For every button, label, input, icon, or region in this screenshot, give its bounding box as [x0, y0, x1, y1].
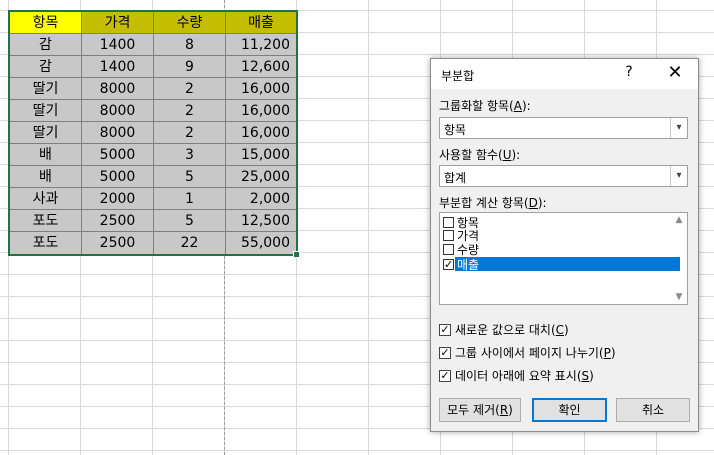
- function-dropdown[interactable]: 합계 ▾: [439, 165, 688, 187]
- list-item-label: 매출: [457, 258, 480, 272]
- table-row: 딸기 8000 2 16,000: [10, 100, 296, 122]
- table-cell[interactable]: 8000: [82, 100, 154, 122]
- table-cell[interactable]: 5000: [82, 144, 154, 166]
- table-cell[interactable]: 16,000: [226, 100, 296, 122]
- table-cell[interactable]: 배: [10, 166, 82, 188]
- table-row: 배 5000 3 15,000: [10, 144, 296, 166]
- table-cell[interactable]: 16,000: [226, 122, 296, 144]
- table-cell[interactable]: 2: [154, 78, 226, 100]
- ok-button[interactable]: 확인: [532, 398, 607, 422]
- table-cell[interactable]: 12,600: [226, 56, 296, 78]
- table-cell[interactable]: 25,000: [226, 166, 296, 188]
- checkbox-checked[interactable]: ✓: [439, 345, 451, 359]
- table-cell[interactable]: 3: [154, 144, 226, 166]
- chevron-down-icon[interactable]: ▾: [670, 118, 687, 138]
- table-cell[interactable]: 2000: [82, 188, 154, 210]
- calc-items-label: 부분합 계산 항목(D):: [439, 196, 547, 210]
- table-row: 딸기 8000 2 16,000: [10, 78, 296, 100]
- header-cell-quantity[interactable]: 수량: [154, 12, 226, 34]
- table-cell[interactable]: 감: [10, 56, 82, 78]
- table-cell[interactable]: 8000: [82, 122, 154, 144]
- option-label: 데이터 아래에 요약 표시(S): [455, 369, 594, 383]
- table-row: 감 1400 8 11,200: [10, 34, 296, 56]
- subtotal-dialog: 부분합 ? ✕ 그룹화할 항목(A): 항목 ▾ 사용할 함수(U): 합계 ▾…: [430, 58, 699, 432]
- header-cell-price[interactable]: 가격: [82, 12, 154, 34]
- table-row: 배 5000 5 25,000: [10, 166, 296, 188]
- table-cell[interactable]: 사과: [10, 188, 82, 210]
- option-label: 새로운 값으로 대치(C): [455, 323, 569, 337]
- table-row: 포도 2500 5 12,500: [10, 210, 296, 232]
- table-row: 포도 2500 22 55,000: [10, 232, 296, 254]
- table-cell[interactable]: 5: [154, 166, 226, 188]
- data-table: 항목 가격 수량 매출 감 1400 8 11,200 감 1400 9 12,…: [8, 10, 298, 256]
- header-cell-sales[interactable]: 매출: [226, 12, 296, 34]
- remove-all-button[interactable]: 모두 제거(R): [439, 398, 521, 422]
- check-icon: ✓: [440, 345, 450, 359]
- option-page-break[interactable]: ✓ 그룹 사이에서 페이지 나누기(P): [439, 344, 616, 361]
- scroll-up-icon[interactable]: ▲: [671, 215, 687, 225]
- dialog-titlebar[interactable]: 부분합 ? ✕: [431, 59, 698, 89]
- checkbox-checked[interactable]: ✓: [443, 259, 454, 270]
- close-icon[interactable]: ✕: [664, 62, 686, 83]
- function-value: 합계: [444, 171, 467, 185]
- check-icon: ✓: [440, 322, 450, 336]
- option-label: 그룹 사이에서 페이지 나누기(P): [455, 346, 616, 360]
- table-cell[interactable]: 8: [154, 34, 226, 56]
- function-label: 사용할 함수(U):: [439, 148, 521, 162]
- header-cell-item[interactable]: 항목: [10, 12, 82, 34]
- selection-fill-handle[interactable]: [293, 251, 300, 258]
- table-cell[interactable]: 1: [154, 188, 226, 210]
- checkbox-checked[interactable]: ✓: [439, 322, 451, 336]
- table-cell[interactable]: 딸기: [10, 100, 82, 122]
- table-cell[interactable]: 2: [154, 100, 226, 122]
- table-cell[interactable]: 딸기: [10, 122, 82, 144]
- table-row: 사과 2000 1 2,000: [10, 188, 296, 210]
- help-button[interactable]: ?: [621, 64, 637, 80]
- table-cell[interactable]: 2,000: [226, 188, 296, 210]
- table-cell[interactable]: 감: [10, 34, 82, 56]
- checkbox[interactable]: [443, 230, 454, 241]
- table-cell[interactable]: 딸기: [10, 78, 82, 100]
- checkbox-checked[interactable]: ✓: [439, 368, 451, 382]
- table-cell[interactable]: 5: [154, 210, 226, 232]
- table-cell[interactable]: 2500: [82, 210, 154, 232]
- table-cell[interactable]: 55,000: [226, 232, 296, 254]
- check-icon: ✓: [444, 258, 454, 271]
- table-cell[interactable]: 15,000: [226, 144, 296, 166]
- chevron-down-icon[interactable]: ▾: [670, 166, 687, 186]
- list-item[interactable]: 수량: [443, 243, 479, 257]
- table-cell[interactable]: 11,200: [226, 34, 296, 56]
- table-cell[interactable]: 포도: [10, 210, 82, 232]
- group-by-dropdown[interactable]: 항목 ▾: [439, 117, 688, 139]
- table-cell[interactable]: 1400: [82, 34, 154, 56]
- table-row: 딸기 8000 2 16,000: [10, 122, 296, 144]
- table-cell[interactable]: 5000: [82, 166, 154, 188]
- table-row: 감 1400 9 12,600: [10, 56, 296, 78]
- table-cell[interactable]: 12,500: [226, 210, 296, 232]
- listbox-scrollbar[interactable]: ▲ ▼: [671, 213, 687, 304]
- cancel-button[interactable]: 취소: [616, 398, 690, 422]
- table-cell[interactable]: 9: [154, 56, 226, 78]
- check-icon: ✓: [440, 368, 450, 382]
- dialog-title: 부분합: [441, 69, 475, 83]
- table-cell[interactable]: 22: [154, 232, 226, 254]
- table-cell[interactable]: 포도: [10, 232, 82, 254]
- checkbox[interactable]: [443, 244, 454, 255]
- table-cell[interactable]: 2: [154, 122, 226, 144]
- scroll-down-icon[interactable]: ▼: [671, 292, 687, 302]
- table-cell[interactable]: 1400: [82, 56, 154, 78]
- table-cell[interactable]: 배: [10, 144, 82, 166]
- group-by-value: 항목: [444, 123, 467, 137]
- table-cell[interactable]: 16,000: [226, 78, 296, 100]
- table-cell[interactable]: 8000: [82, 78, 154, 100]
- group-by-label: 그룹화할 항목(A):: [439, 99, 531, 113]
- table-header-row: 항목 가격 수량 매출: [10, 12, 296, 34]
- option-summary-below[interactable]: ✓ 데이터 아래에 요약 표시(S): [439, 367, 594, 384]
- calc-items-listbox[interactable]: 항목 가격 수량 ✓ 매출 ▲ ▼: [439, 212, 688, 305]
- list-item[interactable]: ✓ 매출: [443, 258, 480, 272]
- checkbox[interactable]: [443, 217, 454, 228]
- option-replace-current[interactable]: ✓ 새로운 값으로 대치(C): [439, 321, 569, 338]
- selection-highlight: [455, 257, 680, 271]
- table-cell[interactable]: 2500: [82, 232, 154, 254]
